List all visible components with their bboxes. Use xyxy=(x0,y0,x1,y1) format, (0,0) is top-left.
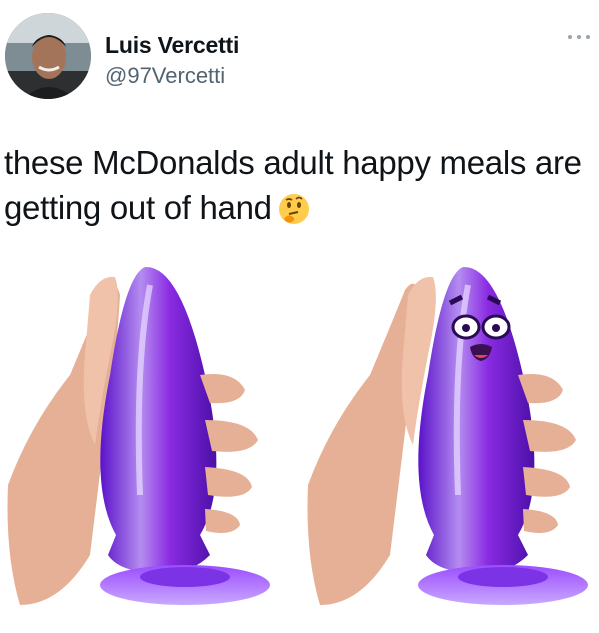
tweet-media[interactable] xyxy=(0,255,599,633)
avatar[interactable] xyxy=(5,13,91,99)
thinking-face-emoji-icon xyxy=(278,191,310,236)
author-handle[interactable]: @97Vercetti xyxy=(105,63,225,89)
more-options-icon[interactable] xyxy=(566,30,592,44)
tweet-text: these McDonalds adult happy meals are ge… xyxy=(4,140,594,236)
media-photo-left xyxy=(0,255,296,633)
tweet-card: Luis Vercetti @97Vercetti these McDonald… xyxy=(0,0,599,633)
author-name[interactable]: Luis Vercetti xyxy=(105,32,239,59)
media-photo-right xyxy=(303,255,599,633)
